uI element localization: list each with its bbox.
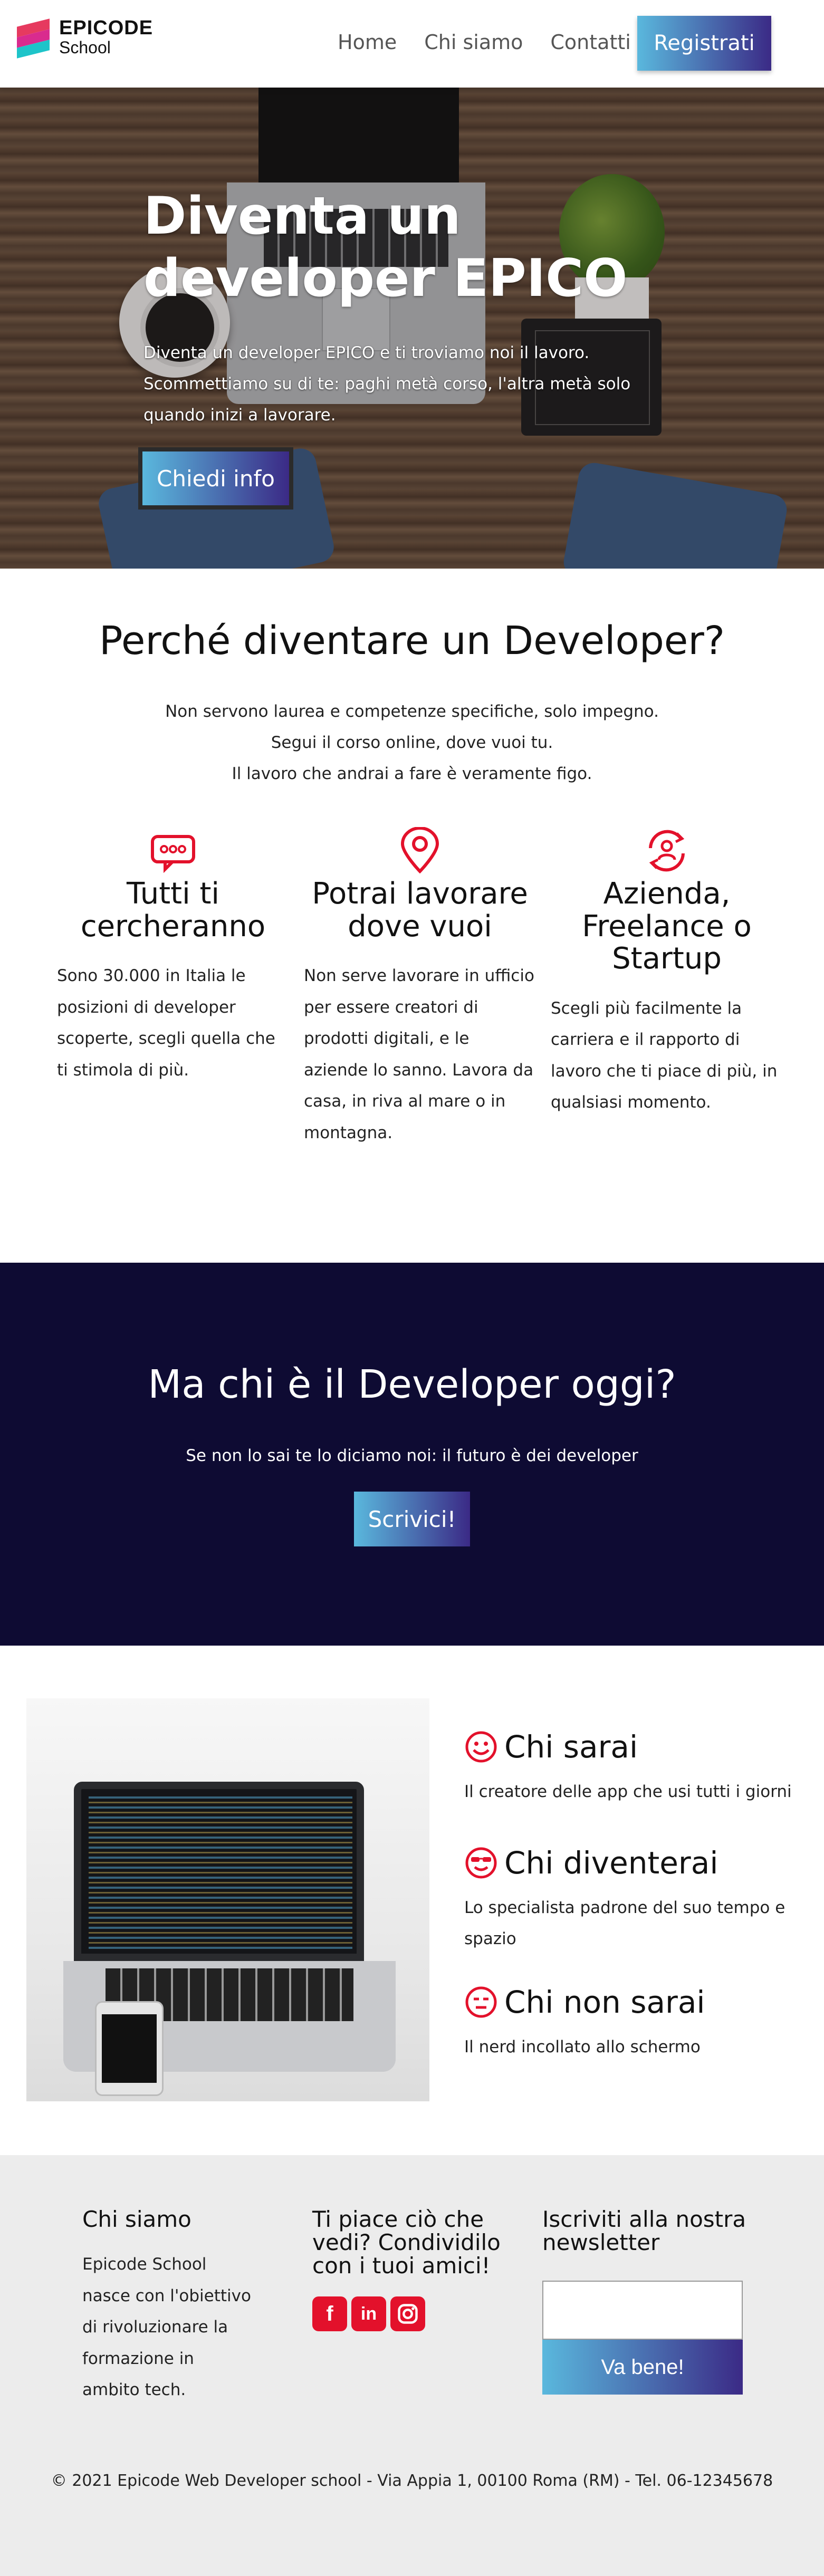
- main-menu: Home Chi siamo Contatti: [338, 31, 658, 54]
- nav-link-home[interactable]: Home: [338, 31, 397, 54]
- footer-about: Chi siamo Epicode School nasce con l'obi…: [82, 2206, 256, 2406]
- about-item-title: Chi diventerai: [504, 1845, 718, 1881]
- logo-text: EPICODE School: [59, 17, 154, 57]
- footer-newsletter: Iscriviti alla nostra newsletter Va bene…: [542, 2206, 753, 2395]
- register-button[interactable]: Registrati: [637, 16, 771, 71]
- hero-title: Diventa un developer EPICO: [143, 186, 628, 309]
- developer-today-text: Se non lo sai te lo diciamo noi: il futu…: [186, 1446, 638, 1465]
- newsletter-email-input[interactable]: [542, 2281, 743, 2340]
- logo-line1: EPICODE: [59, 17, 154, 39]
- user-cycle-icon: [649, 830, 685, 872]
- top-navbar: EPICODE School Home Chi siamo Contatti R…: [0, 0, 824, 88]
- linkedin-icon[interactable]: in: [351, 2296, 386, 2332]
- developer-today-section: Ma chi è il Developer oggi? Se non lo sa…: [0, 1263, 824, 1646]
- feature-card: Azienda, Freelance o Startup Scegli più …: [551, 827, 783, 1119]
- logo-mark-icon: [17, 18, 50, 59]
- logo-line2: School: [59, 37, 111, 57]
- newsletter-title: Iscriviti alla nostra newsletter: [542, 2206, 746, 2256]
- cool-face-icon: [465, 1847, 497, 1879]
- copyright-text: © 2021 Epicode Web Developer school - Vi…: [51, 2472, 773, 2490]
- about-item-text: Il creatore delle app che usi tutti i gi…: [464, 1782, 792, 1801]
- scrivici-button[interactable]: Scrivici!: [354, 1492, 470, 1546]
- instagram-icon[interactable]: [390, 2296, 425, 2332]
- laptop-code-photo: [26, 1698, 429, 2101]
- feature-title: Tutti ti cercheranno: [80, 877, 266, 944]
- newsletter-submit-button[interactable]: Va bene!: [542, 2340, 743, 2395]
- smile-icon: [465, 1731, 497, 1763]
- feature-text: Non serve lavorare in ufficio per essere…: [304, 966, 534, 1142]
- feature-title: Azienda, Freelance o Startup: [582, 877, 752, 976]
- footer-about-text: Epicode School nasce con l'obiettivo di …: [82, 2255, 251, 2400]
- feature-card: Potrai lavorare dove vuoi Non serve lavo…: [304, 827, 536, 1149]
- nav-link-chi-siamo[interactable]: Chi siamo: [424, 31, 523, 54]
- about-item: Chi diventerai Lo specialista padrone de…: [464, 1845, 802, 1955]
- feature-text: Sono 30.000 in Italia le posizioni di de…: [57, 966, 275, 1080]
- why-line-1: Non servono laurea e competenze specific…: [165, 702, 659, 721]
- about-item-text: Lo specialista padrone del suo tempo e s…: [464, 1898, 785, 1948]
- about-item: Chi non sarai Il nerd incollato allo sch…: [464, 1984, 802, 2063]
- neutral-face-icon: [465, 1986, 497, 2018]
- footer-about-title: Chi siamo: [82, 2206, 191, 2232]
- social-links: f in: [312, 2296, 513, 2332]
- footer-share-title: Ti piace ciò che vedi? Condividilo con i…: [312, 2206, 501, 2279]
- feature-title: Potrai lavorare dove vuoi: [312, 877, 528, 944]
- about-item-text: Il nerd incollato allo schermo: [464, 2037, 701, 2056]
- footer-share: Ti piace ciò che vedi? Condividilo con i…: [312, 2206, 513, 2332]
- nav-link-contatti[interactable]: Contatti: [550, 31, 630, 54]
- hero-overlay: [0, 88, 824, 569]
- developer-today-title: Ma chi è il Developer oggi?: [148, 1362, 676, 1407]
- why-title: Perché diventare un Developer?: [99, 618, 725, 664]
- about-item-title: Chi sarai: [504, 1729, 638, 1765]
- epicode-logo[interactable]: EPICODE School: [17, 17, 154, 59]
- feature-text: Scegli più facilmente la carriera e il r…: [551, 998, 778, 1112]
- facebook-icon[interactable]: f: [312, 2296, 347, 2332]
- hero-subtitle: Diventa un developer EPICO e ti troviamo…: [143, 343, 631, 425]
- about-item: Chi sarai Il creatore delle app che usi …: [464, 1729, 802, 1808]
- hero-section: [0, 88, 824, 569]
- why-line-3: Il lavoro che andrai a fare è veramente …: [232, 764, 592, 783]
- about-item-title: Chi non sarai: [504, 1984, 705, 2020]
- footer: Chi siamo Epicode School nasce con l'obi…: [0, 2155, 824, 2576]
- chat-bubble-icon: [151, 835, 195, 873]
- feature-card: Tutti ti cercheranno Sono 30.000 in Ital…: [57, 827, 289, 1086]
- phone-image: [95, 2001, 164, 2096]
- why-line-2: Segui il corso online, dove vuoi tu.: [271, 733, 553, 752]
- why-intro: Non servono laurea e competenze specific…: [0, 696, 824, 790]
- location-pin-icon: [400, 827, 439, 874]
- chiedi-info-button[interactable]: Chiedi info: [138, 447, 293, 510]
